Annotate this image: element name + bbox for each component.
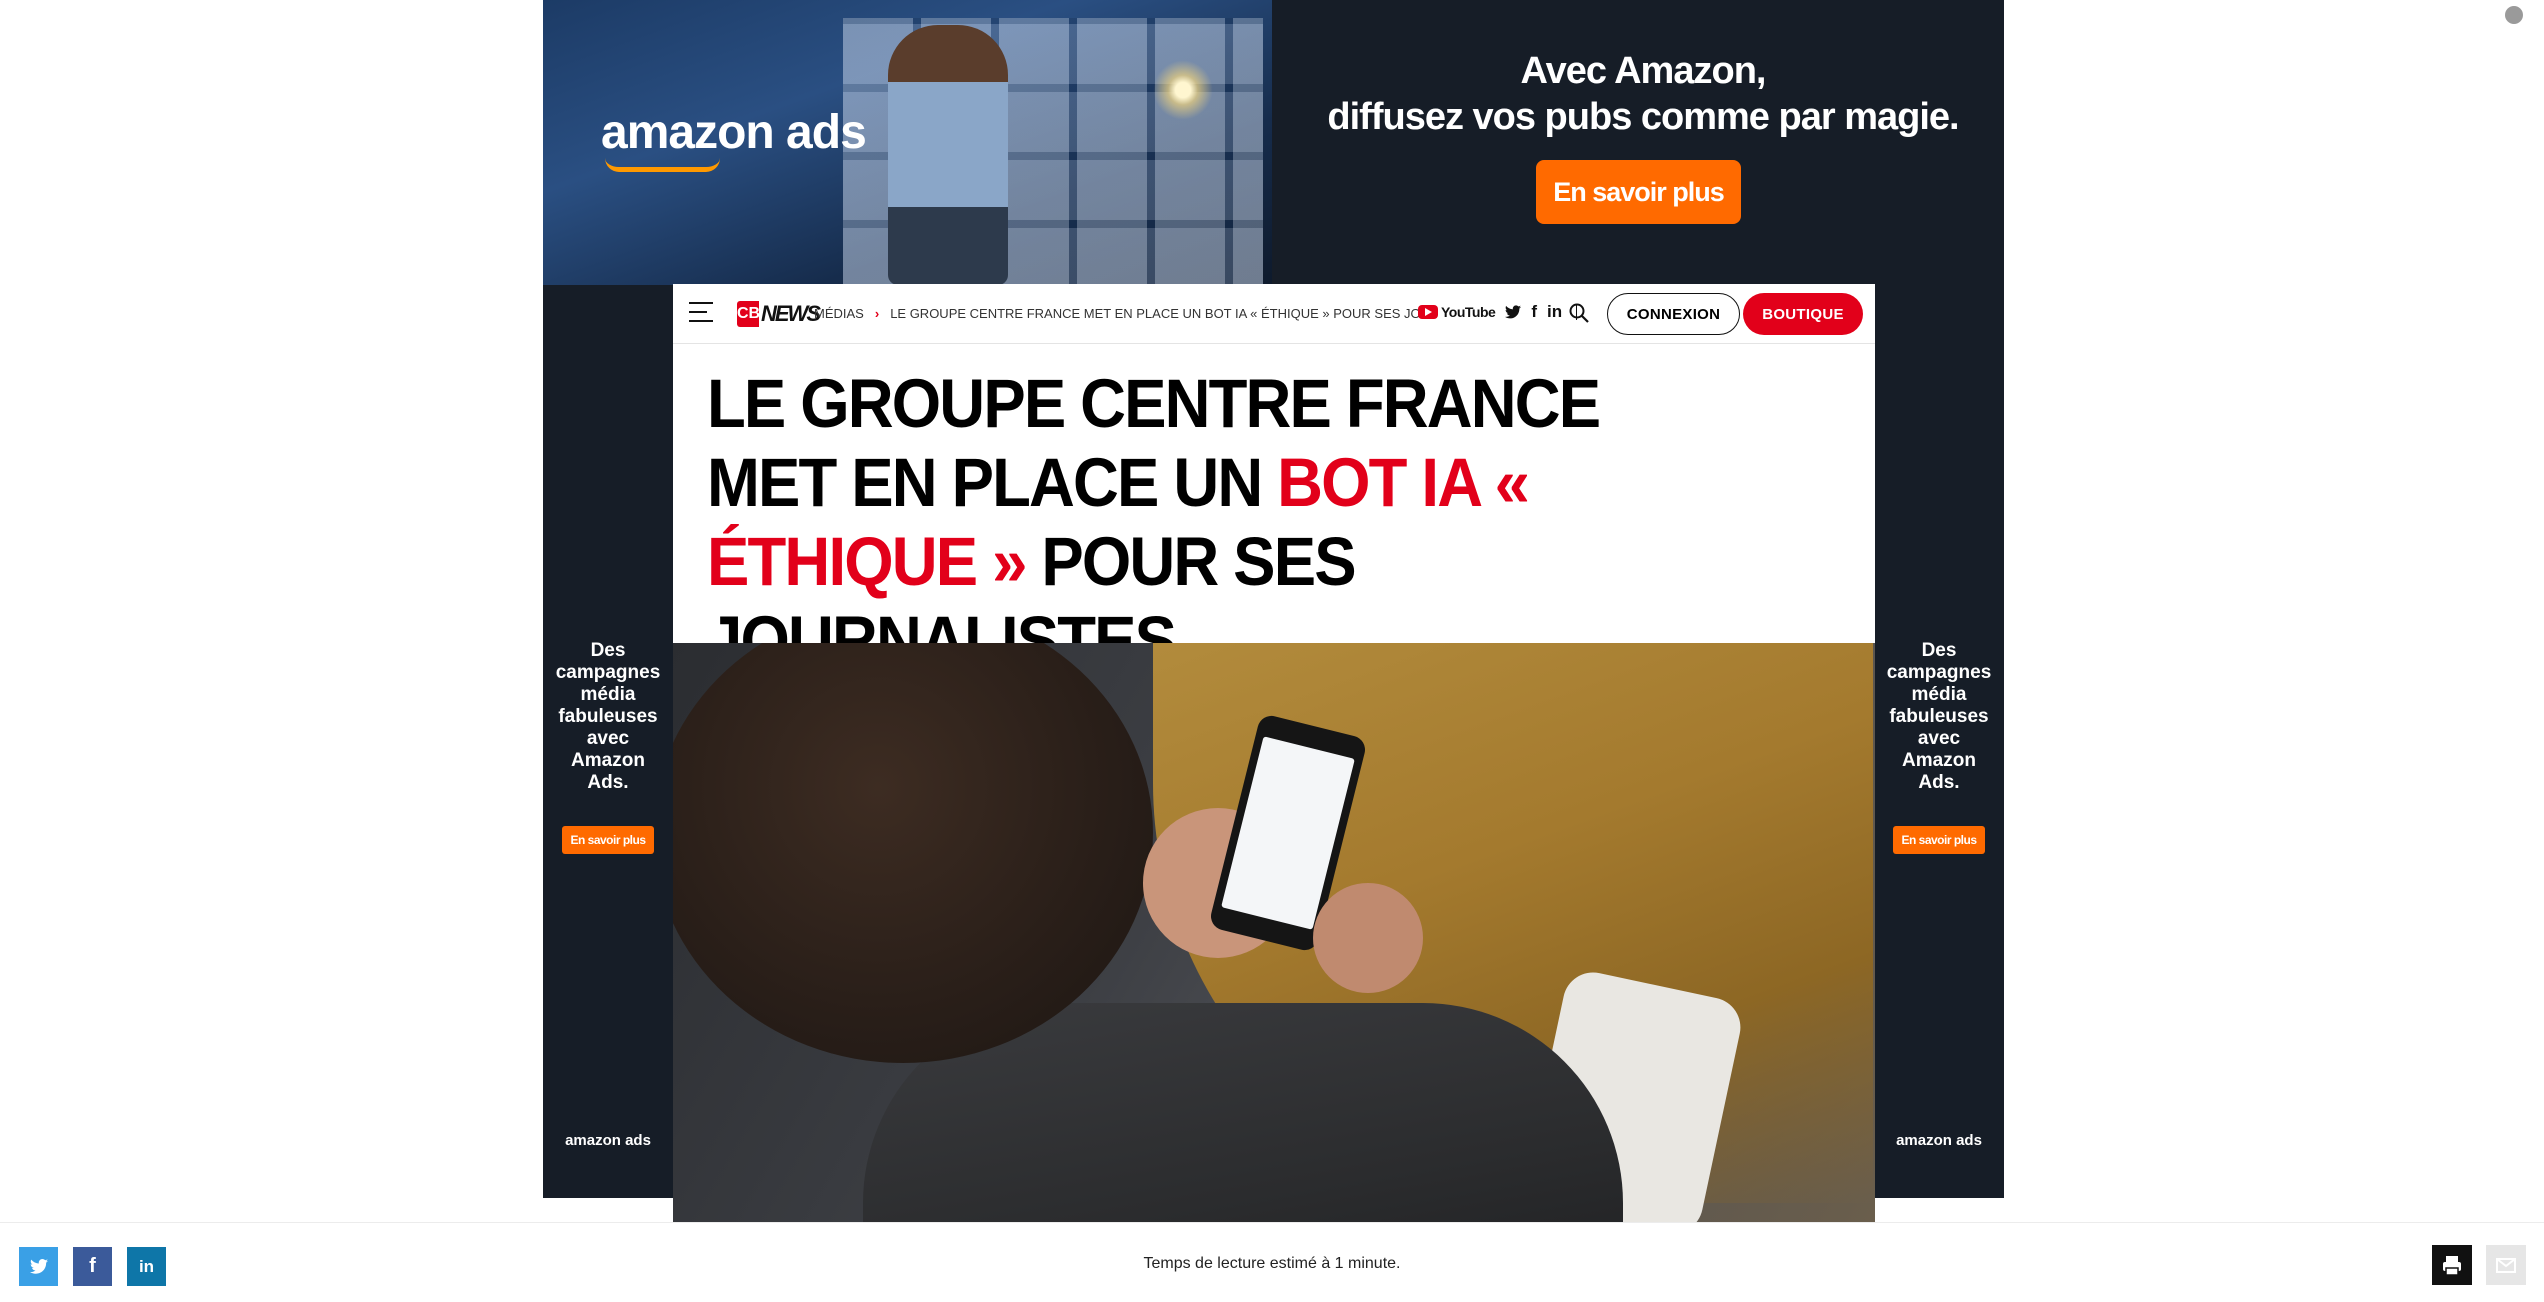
logo-text: NEWS [761, 301, 821, 326]
ad-side-brand: amazon ads [565, 1132, 651, 1149]
settings-icon[interactable] [2505, 6, 2523, 24]
connexion-button[interactable]: CONNEXION [1607, 293, 1740, 335]
amazon-ads-logo: amazon ads [601, 106, 867, 159]
menu-icon[interactable] [689, 302, 713, 324]
ad-photo-person [888, 25, 1008, 285]
breadcrumb-item-current: LE GROUPE CENTRE FRANCE MET EN PLACE UN … [890, 306, 1425, 321]
breadcrumb: MÉDIAS › LE GROUPE CENTRE FRANCE MET EN … [814, 306, 1425, 321]
youtube-icon [1418, 305, 1438, 319]
ad-side-cta-button[interactable]: En savoir plus [562, 826, 654, 854]
search-icon[interactable] [1569, 303, 1589, 323]
share-bar: f in Temps de lecture estimé à 1 minute. [0, 1222, 2544, 1302]
article-title: LE GROUPE CENTRE FRANCE MET EN PLACE UN … [707, 364, 1737, 680]
hero-image [673, 643, 1875, 1224]
social-links: YouTube f in [1418, 302, 1578, 322]
amazon-smile-icon [605, 158, 720, 172]
ad-side-cta-button[interactable]: En savoir plus [1893, 826, 1985, 854]
ad-photo-lamp [1153, 60, 1213, 120]
logo-mark: CB [737, 301, 760, 327]
ad-side-brand: amazon ads [1896, 1132, 1982, 1149]
ad-side-right: Des campagnes média fabuleuses avec Amaz… [1874, 640, 2004, 854]
mail-icon [2496, 1258, 2516, 1273]
ad-cta-button[interactable]: En savoir plus [1536, 160, 1741, 224]
ad-headline-line1: Avec Amazon, [1520, 50, 1767, 92]
article-page: CB NEWS MÉDIAS › LE GROUPE CENTRE FRANCE… [673, 284, 1875, 1224]
twitter-icon[interactable] [1505, 305, 1522, 319]
youtube-label: YouTube [1441, 304, 1496, 320]
hero-head [673, 643, 1153, 1063]
ad-photo: amazon ads [543, 0, 1272, 285]
facebook-icon[interactable]: f [1531, 302, 1537, 322]
hero-hand [1313, 883, 1423, 993]
ad-headline: Avec Amazon, diffusez vos pubs comme par… [1303, 48, 1983, 140]
top-navigation: CB NEWS MÉDIAS › LE GROUPE CENTRE FRANCE… [673, 284, 1875, 344]
boutique-button[interactable]: BOUTIQUE [1743, 293, 1863, 335]
ad-side-text: Des campagnes média fabuleuses avec Amaz… [1886, 640, 1992, 793]
ad-side-left: Des campagnes média fabuleuses avec Amaz… [543, 640, 673, 854]
ad-headline-line2: diffusez vos pubs comme par magie. [1327, 96, 1959, 138]
linkedin-icon[interactable]: in [1547, 302, 1562, 322]
ad-side-text: Des campagnes média fabuleuses avec Amaz… [555, 640, 661, 793]
email-button[interactable] [2486, 1245, 2526, 1285]
print-button[interactable] [2432, 1245, 2472, 1285]
breadcrumb-item-medias[interactable]: MÉDIAS [814, 306, 864, 321]
chevron-right-icon: › [874, 306, 880, 321]
site-logo[interactable]: CB NEWS [737, 300, 821, 328]
reading-time: Temps de lecture estimé à 1 minute. [1143, 1255, 1401, 1272]
youtube-link[interactable]: YouTube [1418, 304, 1496, 320]
print-icon [2443, 1256, 2461, 1276]
